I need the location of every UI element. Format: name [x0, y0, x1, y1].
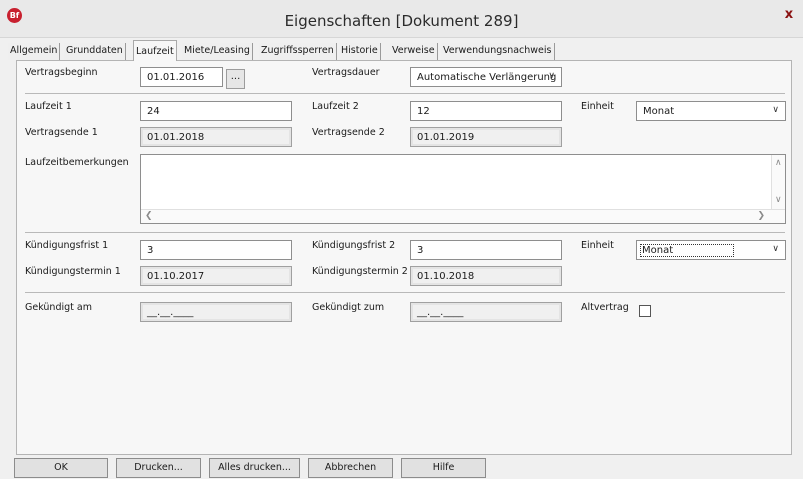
title-bar: Bf Eigenschaften [Dokument 289] x [0, 0, 803, 38]
gekuendigt-am-input[interactable]: __.__.____ [140, 302, 292, 322]
tab-zugriffssperren[interactable]: Zugriffssperren [259, 43, 337, 60]
chevron-down-icon: ∨ [772, 244, 779, 254]
tab-allgemein[interactable]: Allgemein [8, 43, 61, 60]
laufzeit2-label: Laufzeit 2 [312, 101, 359, 112]
section-divider [25, 232, 785, 233]
properties-dialog: Bf Eigenschaften [Dokument 289] x Allgem… [0, 0, 803, 479]
vertragsende1-field: 01.01.2018 [140, 127, 292, 147]
print-all-button[interactable]: Alles drucken... [209, 458, 300, 478]
laufzeit1-label: Laufzeit 1 [25, 101, 72, 112]
laufzeitbemerkungen-textarea[interactable]: ∧ ∨ ❮ ❯ [140, 154, 786, 224]
date-picker-button[interactable]: ... [226, 69, 245, 89]
vertragsbeginn-input[interactable]: 01.01.2016 [140, 67, 223, 87]
einheit2-select[interactable]: Monat ∨ [636, 240, 786, 260]
horizontal-scrollbar[interactable]: ❮ ❯ [141, 209, 785, 223]
section-divider [25, 292, 785, 293]
einheit1-select[interactable]: Monat ∨ [636, 101, 786, 121]
gekuendigt-am-label: Gekündigt am [25, 302, 92, 313]
vertragsbeginn-label: Vertragsbeginn [25, 67, 98, 78]
kuendigungsfrist2-input[interactable]: 3 [410, 240, 562, 260]
laufzeitbemerkungen-label: Laufzeitbemerkungen [25, 157, 129, 168]
vertragsdauer-value: Automatische Verlängerung [417, 72, 557, 83]
tab-verwendungsnachweis[interactable]: Verwendungsnachweis [441, 43, 555, 60]
tab-historie[interactable]: Historie [339, 43, 381, 60]
laufzeit1-input[interactable]: 24 [140, 101, 292, 121]
arrow-right-icon[interactable]: ❯ [757, 211, 765, 221]
arrow-left-icon[interactable]: ❮ [145, 211, 153, 221]
laufzeit2-input[interactable]: 12 [410, 101, 562, 121]
close-button[interactable]: x [778, 3, 800, 25]
gekuendigt-zum-input[interactable]: __.__.____ [410, 302, 562, 322]
kuendigungstermin2-field: 01.10.2018 [410, 266, 562, 286]
tab-laufzeit[interactable]: Laufzeit [133, 40, 177, 61]
button-bar: OK Drucken... Alles drucken... Abbrechen… [0, 457, 803, 479]
gekuendigt-zum-label: Gekündigt zum [312, 302, 385, 313]
ok-button[interactable]: OK [14, 458, 108, 478]
laufzeit-panel: Vertragsbeginn 01.01.2016 ... Vertragsda… [16, 60, 792, 455]
altvertrag-label: Altvertrag [581, 302, 629, 313]
kuendigungsfrist1-label: Kündigungsfrist 1 [25, 240, 109, 251]
help-button[interactable]: Hilfe [401, 458, 486, 478]
tab-verweise[interactable]: Verweise [390, 43, 438, 60]
kuendigungsfrist2-label: Kündigungsfrist 2 [312, 240, 396, 251]
kuendigungstermin2-label: Kündigungstermin 2 [312, 266, 408, 277]
tab-grunddaten[interactable]: Grunddaten [64, 43, 126, 60]
einheit1-label: Einheit [581, 101, 614, 112]
einheit2-value: Monat [640, 244, 735, 257]
kuendigungstermin1-field: 01.10.2017 [140, 266, 292, 286]
vertragsende2-field: 01.01.2019 [410, 127, 562, 147]
kuendigungstermin1-label: Kündigungstermin 1 [25, 266, 121, 277]
tab-miete-leasing[interactable]: Miete/Leasing [182, 43, 253, 60]
kuendigungsfrist1-input[interactable]: 3 [140, 240, 292, 260]
window-title: Eigenschaften [Dokument 289] [284, 12, 519, 30]
cancel-button[interactable]: Abbrechen [308, 458, 393, 478]
vertragsende2-label: Vertragsende 2 [312, 127, 385, 138]
altvertrag-checkbox[interactable] [639, 305, 651, 317]
section-divider [25, 93, 785, 94]
vertragsdauer-label: Vertragsdauer [312, 67, 380, 78]
einheit2-label: Einheit [581, 240, 614, 251]
chevron-down-icon: ∨ [548, 71, 555, 81]
arrow-up-icon[interactable]: ∧ [775, 158, 782, 168]
chevron-down-icon: ∨ [772, 105, 779, 115]
einheit1-value: Monat [643, 106, 675, 117]
print-button[interactable]: Drucken... [116, 458, 201, 478]
arrow-down-icon[interactable]: ∨ [775, 195, 782, 205]
vertragsende1-label: Vertragsende 1 [25, 127, 98, 138]
vertragsdauer-select[interactable]: Automatische Verlängerung ∨ [410, 67, 562, 87]
